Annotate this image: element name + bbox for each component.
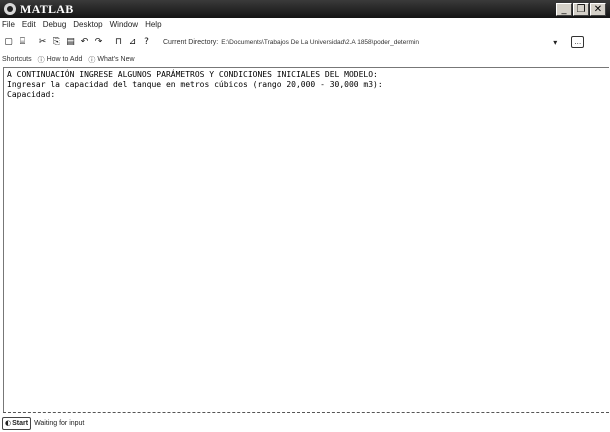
shortcut-whats-new[interactable]: ⓘ What's New xyxy=(88,55,134,65)
menu-debug[interactable]: Debug xyxy=(43,20,67,29)
simulink-icon[interactable]: ⊓ xyxy=(113,37,124,48)
menu-help[interactable]: Help xyxy=(145,20,161,29)
undo-icon[interactable]: ↶ xyxy=(79,37,90,48)
matlab-logo-icon xyxy=(4,3,16,15)
open-folder-icon[interactable]: ⌸ xyxy=(17,37,28,48)
shortcut-label: How to Add xyxy=(46,56,83,63)
new-file-icon[interactable]: ▢ xyxy=(3,37,14,48)
menu-window[interactable]: Window xyxy=(110,20,138,29)
current-directory-field[interactable]: E:\Documents\Trabajos De La Universidad\… xyxy=(221,37,551,48)
menu-edit[interactable]: Edit xyxy=(22,20,36,29)
chevron-down-icon[interactable]: ▾ xyxy=(553,38,557,47)
paste-icon[interactable]: ▤ xyxy=(65,37,76,48)
start-button[interactable]: ◐ Start xyxy=(2,416,32,430)
info-icon: ⓘ xyxy=(37,55,45,64)
guide-icon[interactable]: ⊿ xyxy=(127,37,138,48)
shortcut-label: What's New xyxy=(97,56,135,63)
command-window[interactable]: A CONTINUACIÓN INGRESE ALGUNOS PARÁMETRO… xyxy=(3,67,609,413)
minimize-icon[interactable]: _ xyxy=(556,2,572,16)
cut-icon[interactable]: ✂ xyxy=(37,37,48,48)
copy-icon[interactable]: ⎘ xyxy=(51,37,62,48)
start-label: Start xyxy=(12,419,29,427)
status-bar: ◐ Start Waiting for input xyxy=(0,414,610,432)
start-icon: ◐ xyxy=(5,419,12,427)
menu-desktop[interactable]: Desktop xyxy=(73,20,102,29)
command-output-line: A CONTINUACIÓN INGRESE ALGUNOS PARÁMETRO… xyxy=(7,70,378,79)
command-prompt-line[interactable]: Capacidad: xyxy=(7,90,606,100)
menu-bar: File Edit Debug Desktop Window Help xyxy=(0,18,610,30)
shortcuts-label: Shortcuts xyxy=(2,56,32,63)
help-icon[interactable]: ? xyxy=(141,37,152,48)
command-output-line: Ingresar la capacidad del tanque en metr… xyxy=(7,80,383,89)
menu-file[interactable]: File xyxy=(2,20,15,29)
shortcuts-bar: Shortcuts ⓘ How to Add ⓘ What's New xyxy=(0,53,610,66)
shortcut-how-to-add[interactable]: ⓘ How to Add xyxy=(38,55,83,65)
window-title: MATLAB xyxy=(20,1,74,16)
browse-folder-icon[interactable]: … xyxy=(571,36,585,48)
title-bar: MATLAB _ ❐ ✕ xyxy=(0,0,610,18)
redo-icon[interactable]: ↷ xyxy=(93,37,104,48)
status-text: Waiting for input xyxy=(34,419,85,427)
current-directory-label: Current Directory: xyxy=(163,38,219,46)
restore-icon[interactable]: ❐ xyxy=(573,2,589,16)
info-icon: ⓘ xyxy=(88,55,96,64)
close-icon[interactable]: ✕ xyxy=(590,2,606,16)
toolbar: ▢ ⌸ ✂ ⎘ ▤ ↶ ↷ ⊓ ⊿ ? Current Directory: E… xyxy=(0,31,610,53)
window-controls: _ ❐ ✕ xyxy=(556,2,606,16)
